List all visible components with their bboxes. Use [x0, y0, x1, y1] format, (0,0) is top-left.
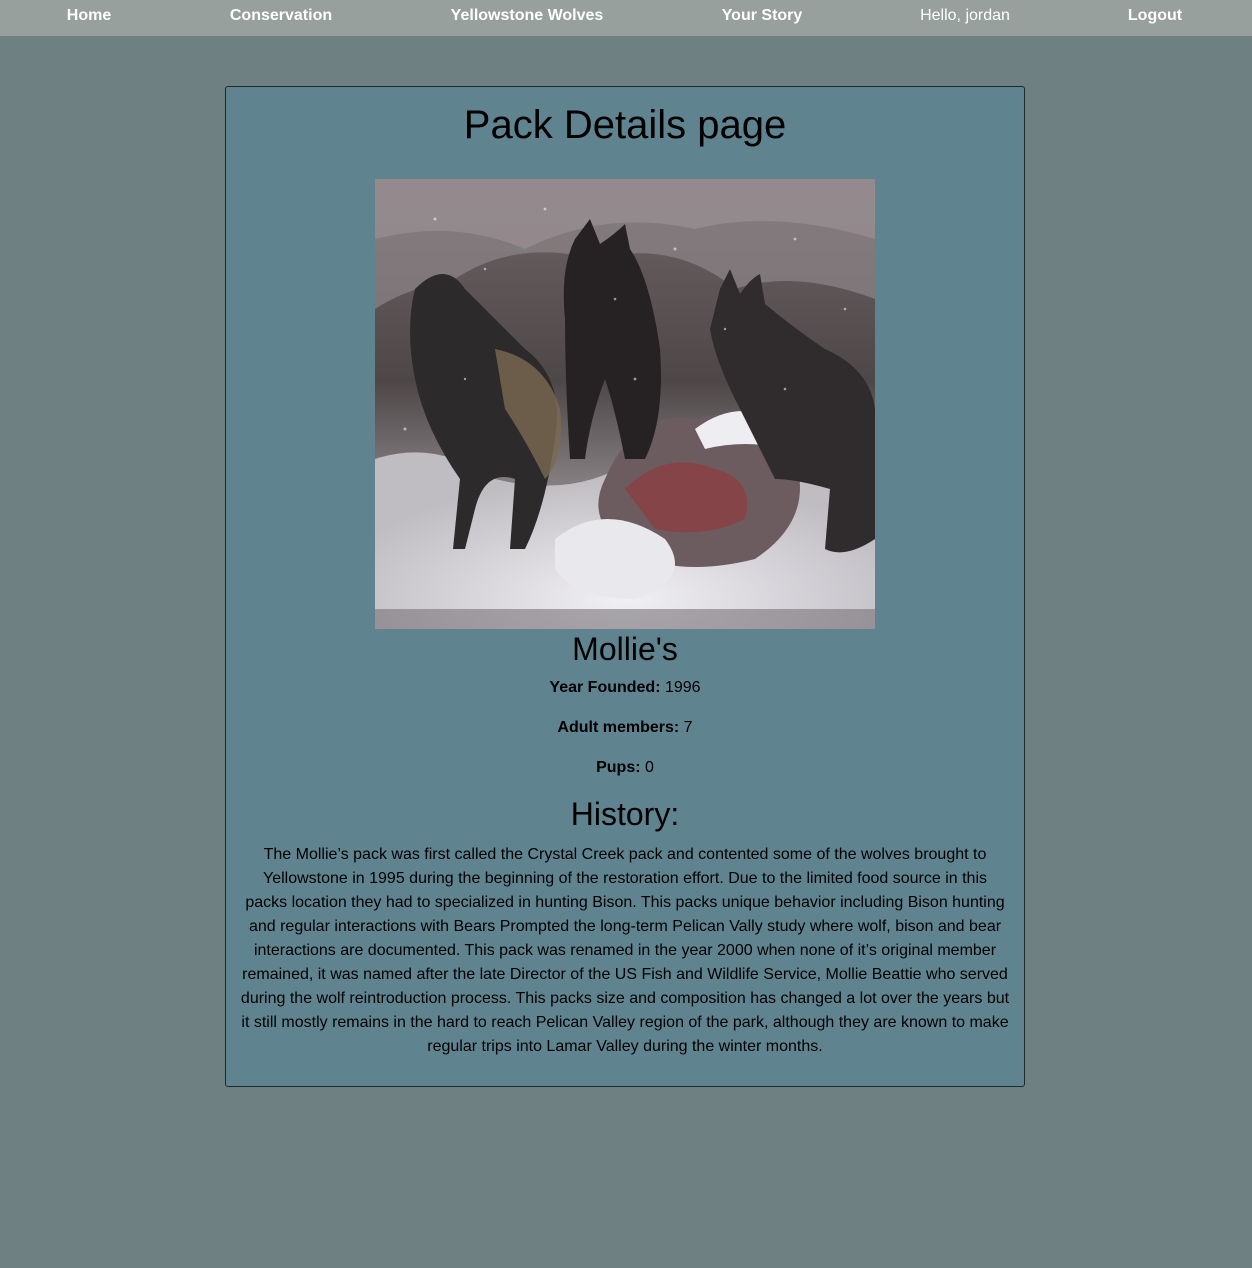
nav-logout-link[interactable]: Logout [1128, 0, 1182, 34]
user-greeting: Hello, jordan [920, 7, 1010, 24]
nav-home-link[interactable]: Home [67, 0, 111, 34]
history-text: The Mollie’s pack was first called the C… [240, 846, 1010, 1055]
page-title: Pack Details page [463, 103, 787, 147]
year-founded-label: Year Founded: [549, 679, 661, 696]
history-title: History: [570, 796, 680, 832]
pack-details-card: Pack Details page Mollie's Year Founded:… [225, 86, 1025, 1087]
nav-yellowstone-wolves-link[interactable]: Yellowstone Wolves [451, 0, 604, 34]
pups-value: 0 [645, 759, 654, 776]
nav-conservation-link[interactable]: Conservation [230, 0, 332, 34]
pack-name: Mollie's [572, 631, 678, 667]
adult-members-value: 7 [683, 719, 693, 736]
pack-photo [375, 179, 875, 629]
top-navbar: Home Conservation Yellowstone Wolves You… [0, 0, 1252, 36]
pups-stat: Pups: 0 [226, 758, 1024, 778]
adult-members-stat: Adult members: 7 [226, 718, 1024, 738]
wolf-pack-image [375, 179, 875, 629]
nav-your-story-link[interactable]: Your Story [722, 0, 803, 34]
adult-members-label: Adult members: [557, 719, 680, 736]
year-founded-value: 1996 [664, 679, 701, 696]
year-founded-stat: Year Founded: 1996 [226, 678, 1024, 698]
pups-label: Pups: [596, 759, 641, 776]
